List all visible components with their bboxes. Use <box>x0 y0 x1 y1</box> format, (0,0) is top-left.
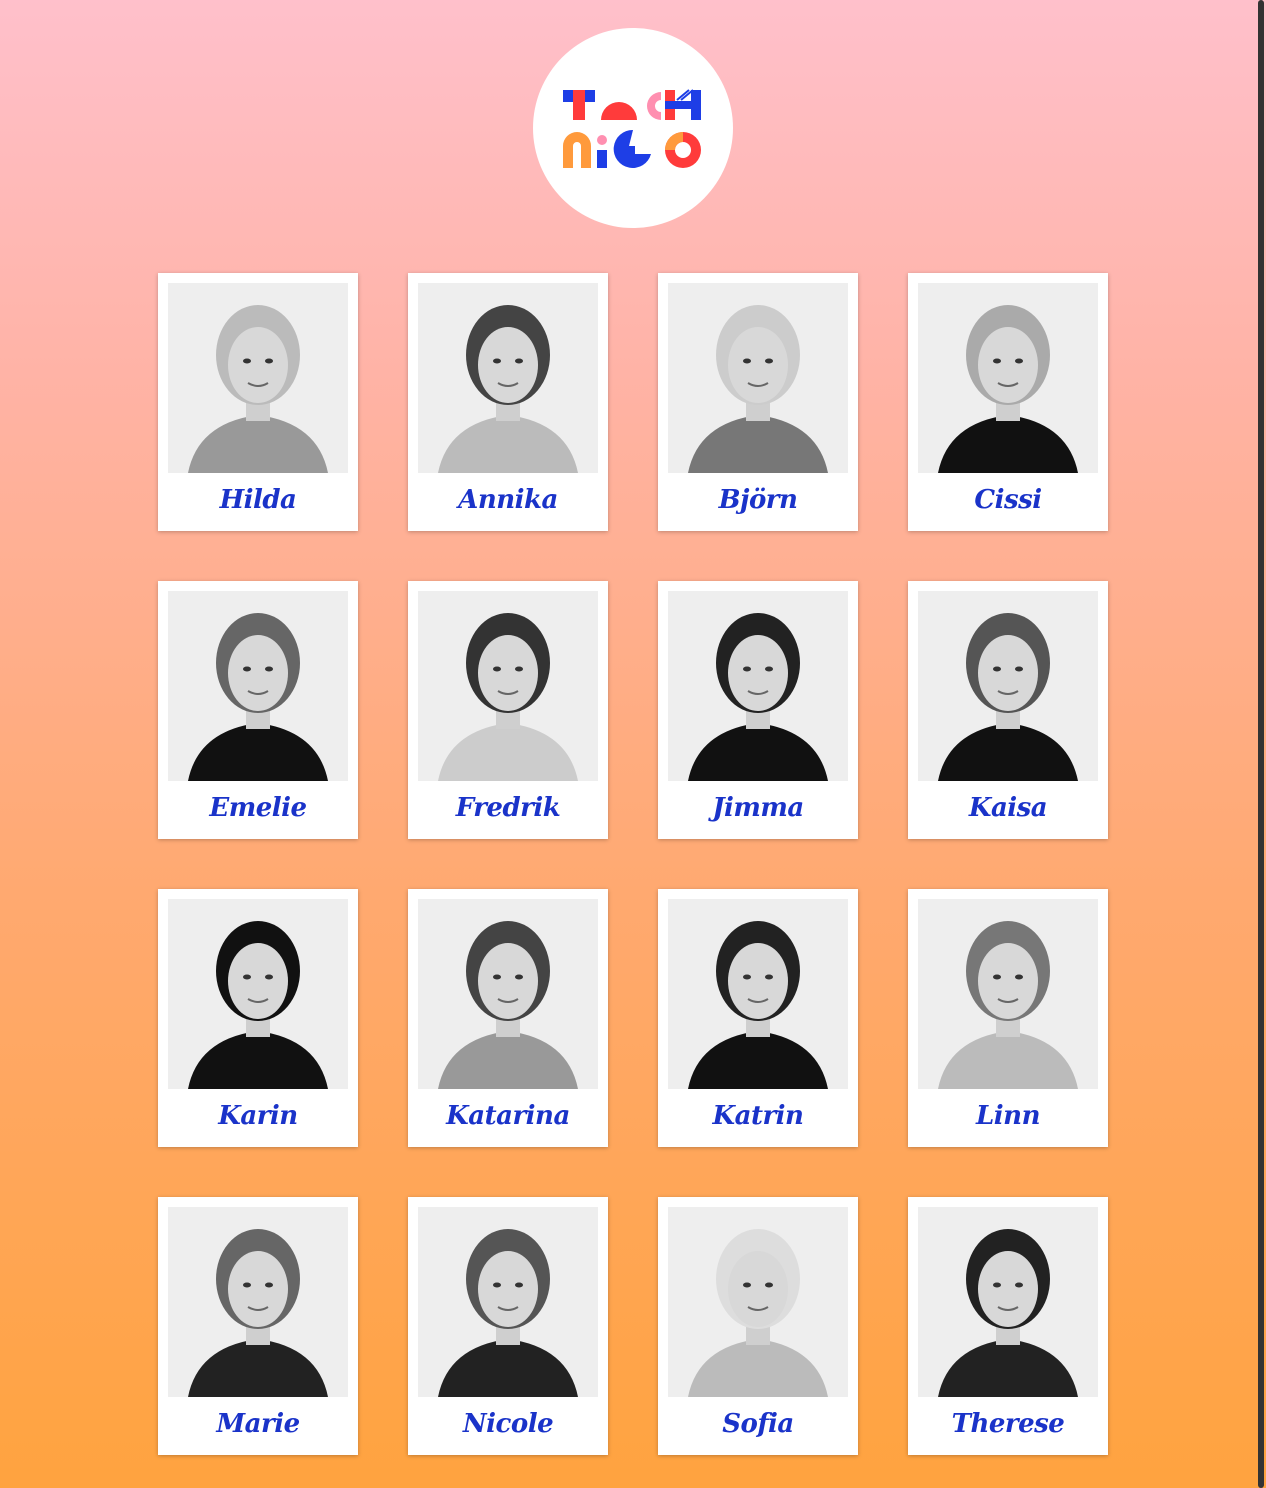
team-member-card[interactable]: Sofia <box>658 1197 858 1455</box>
portrait-photo <box>918 591 1098 781</box>
team-member-card[interactable]: Cissi <box>908 273 1108 531</box>
technigo-logo[interactable] <box>533 28 733 228</box>
portrait-photo <box>668 591 848 781</box>
team-member-name: Fredrik <box>455 793 561 823</box>
portrait-photo <box>418 591 598 781</box>
team-member-card[interactable]: Kaisa <box>908 581 1108 839</box>
team-member-card[interactable]: Fredrik <box>408 581 608 839</box>
team-member-card[interactable]: Therese <box>908 1197 1108 1455</box>
scrollbar-thumb[interactable] <box>1258 0 1264 1488</box>
team-member-card[interactable]: Linn <box>908 889 1108 1147</box>
team-member-name: Nicole <box>462 1409 554 1439</box>
portrait-photo <box>418 899 598 1089</box>
team-member-card[interactable]: Björn <box>658 273 858 531</box>
technigo-logo-icon <box>563 89 701 168</box>
team-member-card[interactable]: Katarina <box>408 889 608 1147</box>
portrait-photo <box>168 591 348 781</box>
team-member-card[interactable]: Emelie <box>158 581 358 839</box>
portrait-photo <box>668 899 848 1089</box>
portrait-photo <box>668 1207 848 1397</box>
team-member-name: Therese <box>951 1409 1065 1439</box>
team-member-card[interactable]: Annika <box>408 273 608 531</box>
portrait-photo <box>918 1207 1098 1397</box>
team-member-card[interactable]: Hilda <box>158 273 358 531</box>
team-member-card[interactable]: Nicole <box>408 1197 608 1455</box>
team-member-name: Kaisa <box>968 793 1048 823</box>
team-member-name: Emelie <box>209 793 307 823</box>
team-member-card[interactable]: Jimma <box>658 581 858 839</box>
portrait-photo <box>918 283 1098 473</box>
portrait-photo <box>168 283 348 473</box>
team-member-name: Hilda <box>219 485 297 515</box>
team-member-name: Björn <box>718 485 798 515</box>
team-member-name: Karin <box>218 1101 298 1131</box>
team-member-card[interactable]: Karin <box>158 889 358 1147</box>
team-member-name: Cissi <box>974 485 1042 515</box>
team-member-card[interactable]: Marie <box>158 1197 358 1455</box>
portrait-photo <box>168 899 348 1089</box>
team-member-name: Jimma <box>712 793 804 823</box>
team-member-name: Sofia <box>722 1409 794 1439</box>
team-member-name: Katarina <box>446 1101 570 1131</box>
portrait-photo <box>418 283 598 473</box>
team-member-name: Linn <box>976 1101 1040 1131</box>
page-scrollbar[interactable] <box>1256 0 1266 1488</box>
team-grid: Hilda Annika Björn Cissi Emelie Fredrik Jimma K… <box>158 273 1108 1455</box>
team-member-name: Annika <box>458 485 558 515</box>
portrait-photo <box>918 899 1098 1089</box>
portrait-photo <box>668 283 848 473</box>
portrait-photo <box>418 1207 598 1397</box>
team-member-name: Marie <box>216 1409 300 1439</box>
team-member-name: Katrin <box>712 1101 804 1131</box>
team-member-card[interactable]: Katrin <box>658 889 858 1147</box>
portrait-photo <box>168 1207 348 1397</box>
